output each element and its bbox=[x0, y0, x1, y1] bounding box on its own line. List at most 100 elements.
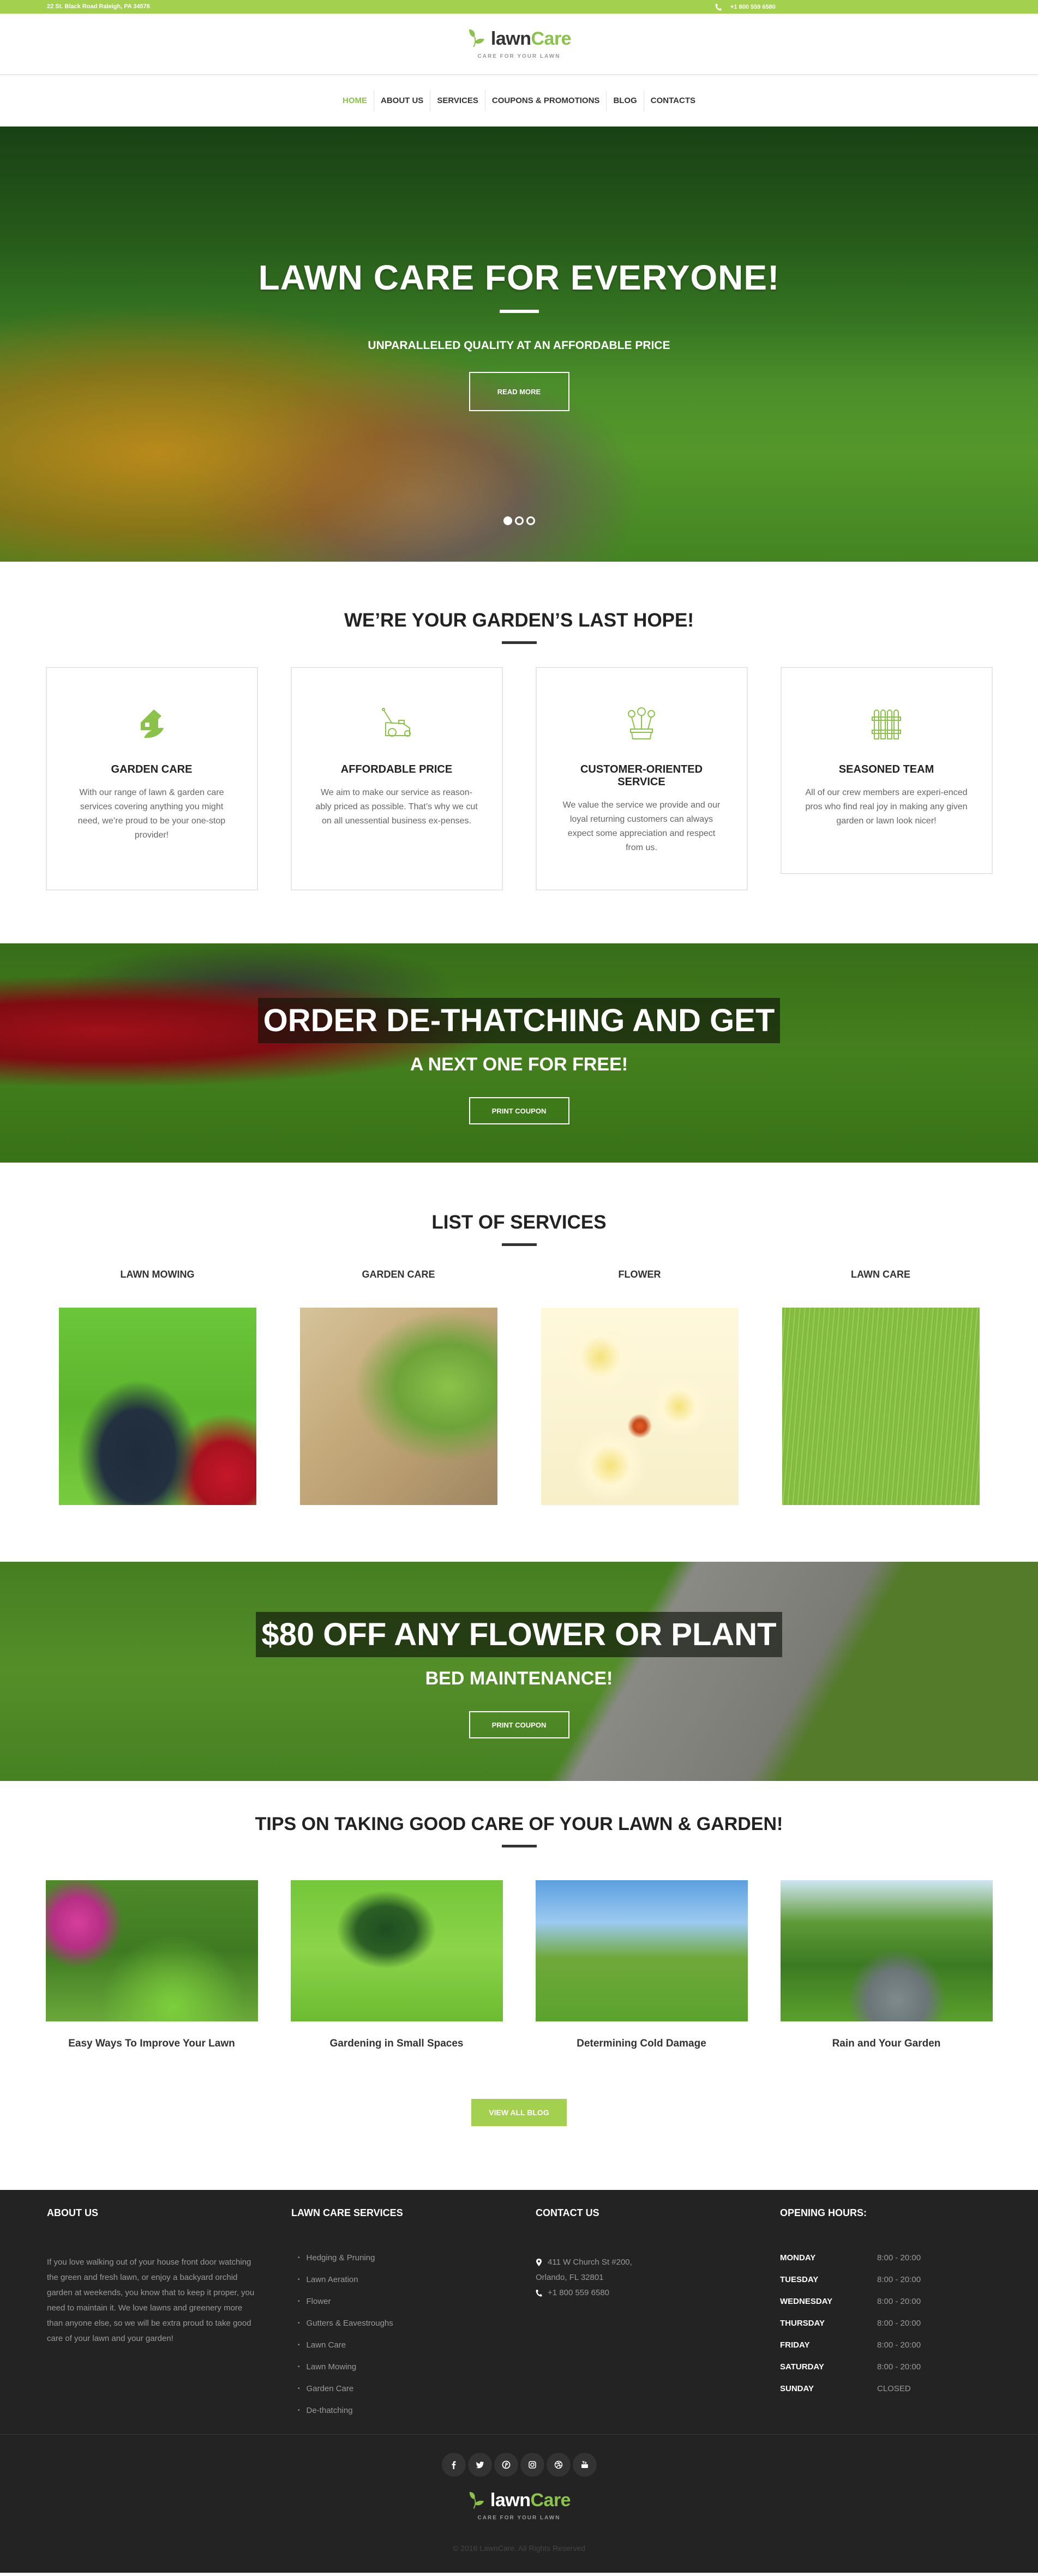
hours-row: MONDAY 8:00 - 20:00 bbox=[780, 2247, 944, 2269]
feature-text: All of our crew members are experi-enced… bbox=[805, 788, 968, 826]
service-title[interactable]: LAWN MOWING bbox=[59, 1269, 256, 1280]
service-title[interactable]: GARDEN CARE bbox=[300, 1269, 497, 1280]
service-item[interactable]: LAWN MOWING bbox=[58, 1269, 256, 1505]
feature-text: We aim to make our service as reason-abl… bbox=[315, 788, 478, 826]
nav-item-about-us[interactable]: ABOUT US bbox=[373, 91, 430, 111]
logo-text-lawn: lawn bbox=[490, 28, 531, 49]
print-coupon-button[interactable]: PRINT COUPON bbox=[469, 1097, 569, 1124]
phone-icon bbox=[536, 2290, 542, 2297]
footer-services-title: LAWN CARE SERVICES bbox=[291, 2207, 403, 2218]
service-item[interactable]: LAWN CARE bbox=[782, 1269, 980, 1505]
service-title[interactable]: FLOWER bbox=[541, 1269, 739, 1280]
print-coupon-button[interactable]: PRINT COUPON bbox=[469, 1711, 569, 1738]
hours-day: FRIDAY bbox=[780, 2340, 810, 2350]
hero-divider bbox=[499, 310, 539, 313]
slider-dot-3[interactable] bbox=[526, 516, 535, 525]
service-item[interactable]: FLOWER bbox=[541, 1269, 739, 1505]
promo-subheadline: BED MAINTENANCE! bbox=[425, 1668, 613, 1689]
nav-item-coupons[interactable]: COUPONS & PROMOTIONS bbox=[484, 91, 607, 111]
footer-service-link[interactable]: Gutters & Eavestroughs bbox=[298, 2313, 536, 2334]
footer-phone[interactable]: +1 800 559 6580 bbox=[548, 2285, 609, 2301]
hero-slider: LAWN CARE FOR EVERYONE! UNPARALLELED QUA… bbox=[0, 127, 1038, 562]
footer-contact-title: CONTACT US bbox=[536, 2207, 599, 2218]
feature-title: GARDEN CARE bbox=[111, 763, 193, 775]
footer-bottom: lawnCare CARE FOR YOUR LAWN © 2016 LawnC… bbox=[0, 2434, 1038, 2573]
logo-text-lawn: lawn bbox=[490, 2490, 531, 2511]
leaf-icon bbox=[469, 29, 484, 47]
blog-post-title[interactable]: Easy Ways To Improve Your Lawn bbox=[46, 2038, 258, 2050]
hours-day: WEDNESDAY bbox=[780, 2297, 833, 2306]
blog-post-title[interactable]: Gardening in Small Spaces bbox=[291, 2038, 503, 2050]
view-all-blog-button[interactable]: VIEW ALL BLOG bbox=[471, 2099, 567, 2126]
hedges-photo[interactable] bbox=[290, 1880, 503, 2021]
footer-service-link[interactable]: Lawn Mowing bbox=[298, 2356, 536, 2378]
nav-item-home[interactable]: HOME bbox=[336, 91, 374, 111]
copyright: © 2016 LawnCare. All Rights Reserved bbox=[453, 2544, 585, 2553]
grass-closeup-photo[interactable] bbox=[782, 1308, 980, 1505]
footer-hours: OPENING HOURS: MONDAY 8:00 - 20:00 TUESDA… bbox=[780, 2207, 1024, 2422]
feature-text: With our range of lawn & garden care ser… bbox=[77, 788, 226, 840]
lawn-mower-photo[interactable] bbox=[58, 1308, 256, 1505]
blog-post[interactable]: Determining Cold Damage bbox=[535, 1880, 748, 2050]
top-phone[interactable]: +1 800 559 6580 bbox=[715, 3, 776, 11]
slider-dot-2[interactable] bbox=[514, 516, 524, 525]
footer-service-link[interactable]: De-thatching bbox=[298, 2400, 536, 2422]
read-more-button[interactable]: READ MORE bbox=[469, 372, 569, 411]
top-phone-number: +1 800 559 6580 bbox=[730, 4, 776, 10]
footer: ABOUT US If you love walking out of your… bbox=[0, 2190, 1038, 2434]
footer-services: LAWN CARE SERVICES Hedging & Pruning Law… bbox=[291, 2207, 536, 2422]
slider-dot-1[interactable] bbox=[503, 516, 512, 525]
tips-section: TIPS ON TAKING GOOD CARE OF YOUR LAWN & … bbox=[0, 1781, 1038, 2190]
hours-time: 8:00 - 20:00 bbox=[877, 2340, 921, 2350]
footer-service-link[interactable]: Hedging & Pruning bbox=[298, 2247, 536, 2269]
site-header: lawnCare CARE FOR YOUR LAWN bbox=[0, 14, 1038, 75]
logo-tagline: CARE FOR YOUR LAWN bbox=[477, 53, 561, 59]
stone-garden-bed-photo[interactable] bbox=[299, 1308, 497, 1505]
blog-post[interactable]: Gardening in Small Spaces bbox=[290, 1880, 503, 2050]
nav-item-contacts[interactable]: CONTACTS bbox=[643, 91, 702, 111]
phone-icon bbox=[715, 4, 722, 11]
logo[interactable]: lawnCare bbox=[467, 28, 572, 49]
hours-day: TUESDAY bbox=[780, 2275, 819, 2284]
instagram-icon bbox=[528, 2461, 536, 2469]
garden-path-photo[interactable] bbox=[45, 1880, 258, 2021]
features-title: WE’RE YOUR GARDEN’S LAST HOPE! bbox=[344, 610, 694, 631]
blog-post[interactable]: Easy Ways To Improve Your Lawn bbox=[45, 1880, 258, 2050]
footer-about: ABOUT US If you love walking out of your… bbox=[47, 2207, 291, 2422]
dribbble-icon bbox=[554, 2460, 562, 2469]
japanese-garden-photo[interactable] bbox=[780, 1880, 993, 2021]
services-title: LIST OF SERVICES bbox=[431, 1212, 607, 1233]
footer-service-link[interactable]: Lawn Aeration bbox=[298, 2269, 536, 2291]
promo-headline: $80 OFF ANY FLOWER OR PLANT bbox=[256, 1612, 782, 1657]
blog-post-title[interactable]: Rain and Your Garden bbox=[781, 2038, 993, 2050]
footer-service-link[interactable]: Lawn Care bbox=[298, 2334, 536, 2356]
white-flowers-butterfly-photo[interactable] bbox=[541, 1308, 739, 1505]
pinterest-icon bbox=[502, 2460, 510, 2469]
lawn-mower-icon bbox=[382, 708, 411, 737]
blog-post-title[interactable]: Determining Cold Damage bbox=[536, 2038, 748, 2050]
twitter-link[interactable] bbox=[467, 2453, 492, 2477]
flower-pot-icon bbox=[628, 707, 655, 739]
social-links bbox=[0, 2435, 1038, 2477]
pinterest-link[interactable] bbox=[494, 2453, 518, 2477]
service-item[interactable]: GARDEN CARE bbox=[299, 1269, 497, 1505]
hours-time: 8:00 - 20:00 bbox=[877, 2253, 921, 2262]
nav-item-services[interactable]: SERVICES bbox=[430, 91, 485, 111]
dribbble-link[interactable] bbox=[546, 2453, 571, 2477]
logo-text-care: Care bbox=[530, 2490, 571, 2511]
service-title[interactable]: LAWN CARE bbox=[782, 1269, 980, 1280]
feature-title: CUSTOMER-ORIENTED SERVICE bbox=[580, 763, 703, 788]
nav-item-blog[interactable]: BLOG bbox=[606, 91, 643, 111]
footer-service-link[interactable]: Garden Care bbox=[298, 2378, 536, 2400]
tips-title: TIPS ON TAKING GOOD CARE OF YOUR LAWN & … bbox=[255, 1814, 783, 1834]
blog-post[interactable]: Rain and Your Garden bbox=[780, 1880, 993, 2050]
footer-service-link[interactable]: Flower bbox=[298, 2291, 536, 2313]
instagram-link[interactable] bbox=[520, 2453, 544, 2477]
youtube-icon bbox=[581, 2460, 588, 2468]
footer-logo[interactable]: lawnCare bbox=[0, 2491, 1038, 2509]
feature-card: GARDEN CARE With our range of lawn & gar… bbox=[45, 667, 258, 890]
backyard-house-photo[interactable] bbox=[535, 1880, 748, 2021]
youtube-link[interactable] bbox=[572, 2453, 597, 2477]
house-leaf-icon bbox=[141, 709, 164, 738]
facebook-link[interactable] bbox=[441, 2453, 466, 2477]
